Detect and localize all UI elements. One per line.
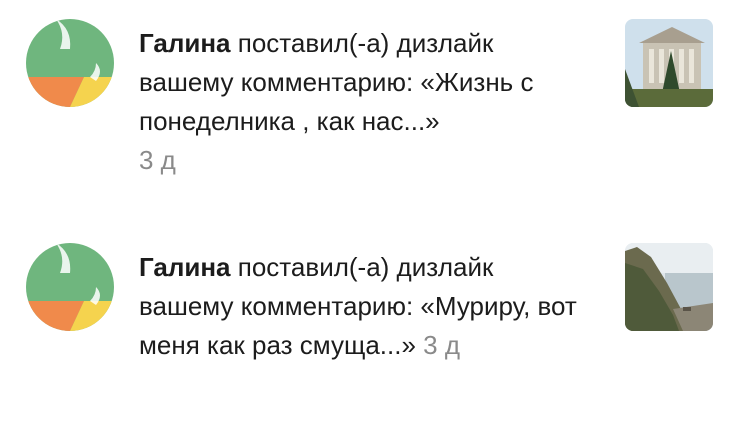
notification-text: Галина поставил(-а) дизлайк вашему комме… [139, 24, 589, 180]
leaf-avatar-icon[interactable] [26, 243, 114, 331]
notification-text: Галина поставил(-а) дизлайк вашему комме… [139, 248, 589, 365]
coast-photo-icon[interactable] [625, 243, 713, 331]
user-name[interactable]: Галина [139, 252, 231, 282]
notification-item[interactable]: Галина поставил(-а) дизлайк вашему комме… [0, 0, 737, 210]
user-name[interactable]: Галина [139, 28, 231, 58]
timestamp: 3 д [423, 330, 461, 360]
building-photo-icon[interactable] [625, 19, 713, 107]
timestamp: 3 д [139, 145, 176, 175]
notification-item[interactable]: Галина поставил(-а) дизлайк вашему комме… [0, 210, 737, 422]
leaf-avatar-icon[interactable] [26, 19, 114, 107]
